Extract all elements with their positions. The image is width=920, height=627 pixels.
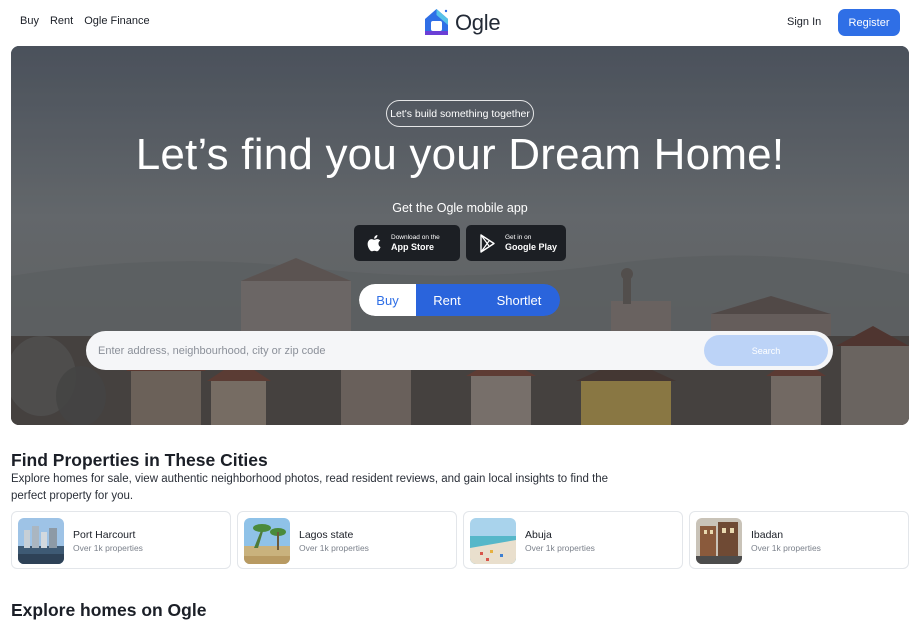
brand-logo[interactable]: Ogle [423,7,501,38]
search-button[interactable]: Search [704,335,828,366]
tab-shortlet[interactable]: Shortlet [478,284,560,316]
google-play-button[interactable]: Get in on Google Play [466,225,566,261]
google-play-small-label: Get in on [505,233,532,241]
google-play-label: Google Play [505,241,558,252]
city-property-count: Over 1k properties [73,543,143,553]
hero-banner: Let's build something together Let’s fin… [11,46,909,425]
city-card-port-harcourt[interactable]: Port Harcourt Over 1k properties [11,511,231,569]
city-thumbnail [244,518,290,564]
app-store-small-label: Download on the [391,233,440,241]
app-store-label: App Store [391,241,435,252]
tab-rent[interactable]: Rent [416,284,478,316]
house-logo-icon [425,9,448,35]
city-card-lagos-state[interactable]: Lagos state Over 1k properties [237,511,457,569]
nav-link-buy[interactable]: Buy [20,15,39,27]
top-nav: Buy Rent Ogle Finance Ogle Sign In Regis… [0,0,920,46]
tagline-pill: Let's build something together [386,100,534,127]
google-play-icon [480,233,495,253]
brand-name: Ogle [455,9,501,35]
city-name: Lagos state [299,529,354,541]
app-promo-label: Get the Ogle mobile app [392,201,528,215]
explore-section-title: Explore homes on Ogle [11,600,207,620]
city-property-count: Over 1k properties [299,543,369,553]
search-input[interactable] [98,344,688,357]
city-cards: Port Harcourt Over 1k properties Lagos s… [11,511,909,569]
nav-link-ogle-finance[interactable]: Ogle Finance [84,15,149,27]
city-thumbnail [18,518,64,564]
city-card-ibadan[interactable]: Ibadan Over 1k properties [689,511,909,569]
cities-section-description: Explore homes for sale, view authentic n… [11,473,609,502]
search-bar: Search [86,331,833,370]
city-card-abuja[interactable]: Abuja Over 1k properties [463,511,683,569]
city-thumbnail [696,518,742,564]
tab-buy[interactable]: Buy [359,284,416,316]
cities-section-title: Find Properties in These Cities [11,450,268,470]
city-property-count: Over 1k properties [751,543,821,553]
city-name: Ibadan [751,529,784,541]
listing-type-tabs: Buy Rent Shortlet [359,284,560,316]
city-name: Abuja [525,529,552,541]
city-property-count: Over 1k properties [525,543,595,553]
hero-headline: Let’s find you your Dream Home! [135,130,785,179]
city-name: Port Harcourt [73,529,136,541]
city-thumbnail [470,518,516,564]
apple-icon [367,235,381,252]
nav-links: Buy Rent Ogle Finance [20,15,150,27]
nav-link-rent[interactable]: Rent [50,15,73,27]
register-button[interactable]: Register [838,9,900,36]
sign-in-link[interactable]: Sign In [787,16,821,28]
app-store-button[interactable]: Download on the App Store [354,225,460,261]
